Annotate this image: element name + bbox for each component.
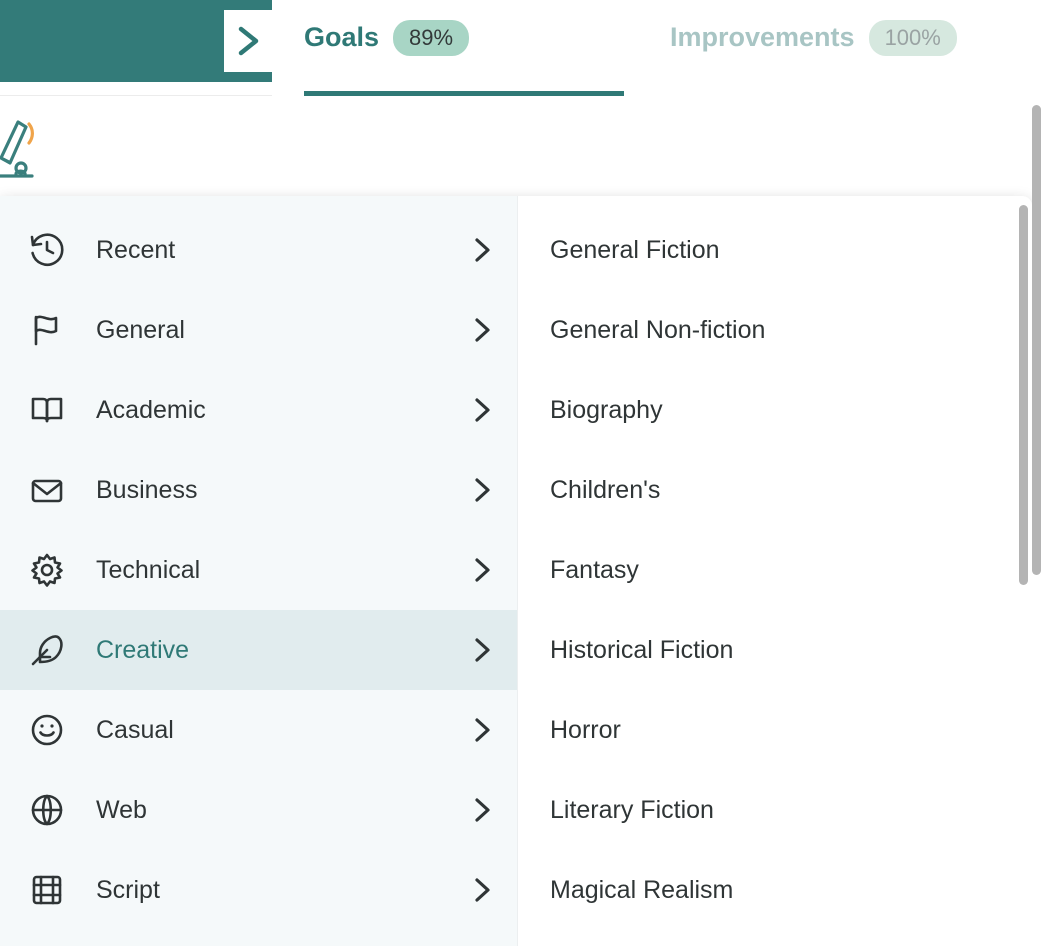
list-item-label: Children's (550, 476, 661, 504)
film-strip-icon (28, 871, 80, 909)
chevron-right-icon (459, 715, 495, 745)
list-item[interactable]: Literary Fiction (518, 770, 1032, 850)
tab-improvements-label: Improvements (670, 22, 855, 52)
dropdown-category-script[interactable]: Script (0, 850, 517, 930)
flag-icon (28, 311, 80, 349)
dropdown-category-script-label: Script (96, 876, 160, 904)
tab-bar: Goals 89% Improvements 100% (272, 0, 1044, 97)
category-dropdown-panel: Recent General Academic Business Technic… (0, 196, 1032, 946)
dropdown-category-web[interactable]: Web (0, 770, 517, 850)
dropdown-category-technical-label: Technical (96, 556, 201, 584)
list-item-label: General Fiction (550, 236, 720, 264)
envelope-icon (28, 471, 80, 509)
list-item-label: Fantasy (550, 556, 639, 584)
tab-goals-label: Goals (304, 22, 380, 52)
chevron-right-icon (459, 795, 495, 825)
open-book-icon (28, 391, 80, 429)
app-root: Goals 89% Improvements 100% Recent Gener… (0, 0, 1044, 946)
signature-pen-logo (0, 112, 42, 186)
dropdown-category-web-label: Web (96, 796, 147, 824)
feather-icon (28, 631, 80, 669)
list-item[interactable]: Historical Fiction (518, 610, 1032, 690)
tab-improvements-badge: 100% (868, 20, 957, 56)
dropdown-category-business-label: Business (96, 476, 198, 504)
list-item-label: Historical Fiction (550, 636, 734, 664)
dropdown-category-academic[interactable]: Academic (0, 370, 517, 450)
dropdown-category-general-label: General (96, 316, 185, 344)
sidebar-collapse-button[interactable] (224, 10, 272, 72)
list-item[interactable]: Children's (518, 450, 1032, 530)
chevron-right-icon (459, 555, 495, 585)
tab-improvements[interactable]: Improvements 100% (670, 0, 957, 96)
dropdown-category-recent-label: Recent (96, 236, 176, 264)
dropdown-category-technical[interactable]: Technical (0, 530, 517, 610)
chevron-right-icon (459, 875, 495, 905)
list-item-label: General Non-fiction (550, 316, 766, 344)
chevron-right-icon (459, 635, 495, 665)
dropdown-category-creative[interactable]: Creative (0, 610, 517, 690)
list-item-label: Biography (550, 396, 663, 424)
smiley-icon (28, 711, 80, 749)
chevron-right-icon (459, 235, 495, 265)
tab-goals[interactable]: Goals 89% (304, 0, 470, 96)
chevron-right-icon (233, 22, 263, 60)
dropdown-category-casual-label: Casual (96, 716, 174, 744)
dropdown-category-general[interactable]: General (0, 290, 517, 370)
page-scrollbar[interactable] (1032, 0, 1044, 946)
dropdown-category-casual[interactable]: Casual (0, 690, 517, 770)
globe-icon (28, 791, 80, 829)
dropdown-category-creative-label: Creative (96, 636, 190, 664)
list-item-label: Literary Fiction (550, 796, 714, 824)
dropdown-item-list: General Fiction General Non-fiction Biog… (518, 196, 1032, 946)
list-item[interactable]: Biography (518, 370, 1032, 450)
toolbar: Advanced Mao Report General (0, 96, 1044, 294)
list-item[interactable]: Horror (518, 690, 1032, 770)
list-item[interactable]: General Non-fiction (518, 290, 1032, 370)
dropdown-scrollbar-thumb[interactable] (1019, 205, 1028, 585)
list-item[interactable]: Magical Realism (518, 850, 1032, 930)
chevron-right-icon (459, 395, 495, 425)
list-item-label: Horror (550, 716, 621, 744)
dropdown-category-academic-label: Academic (96, 396, 206, 424)
chevron-right-icon (459, 315, 495, 345)
page-scrollbar-thumb[interactable] (1032, 105, 1041, 575)
list-item[interactable]: General Fiction (518, 210, 1032, 290)
chevron-right-icon (459, 475, 495, 505)
dropdown-scrollbar[interactable] (1019, 196, 1030, 946)
dropdown-category-business[interactable]: Business (0, 450, 517, 530)
tab-goals-badge: 89% (393, 20, 470, 56)
gear-icon (28, 551, 80, 589)
clock-rotate-icon (28, 231, 80, 269)
list-item[interactable]: Fantasy (518, 530, 1032, 610)
dropdown-category-recent[interactable]: Recent (0, 210, 517, 290)
list-item-label: Magical Realism (550, 876, 734, 904)
dropdown-category-list: Recent General Academic Business Technic… (0, 196, 518, 946)
